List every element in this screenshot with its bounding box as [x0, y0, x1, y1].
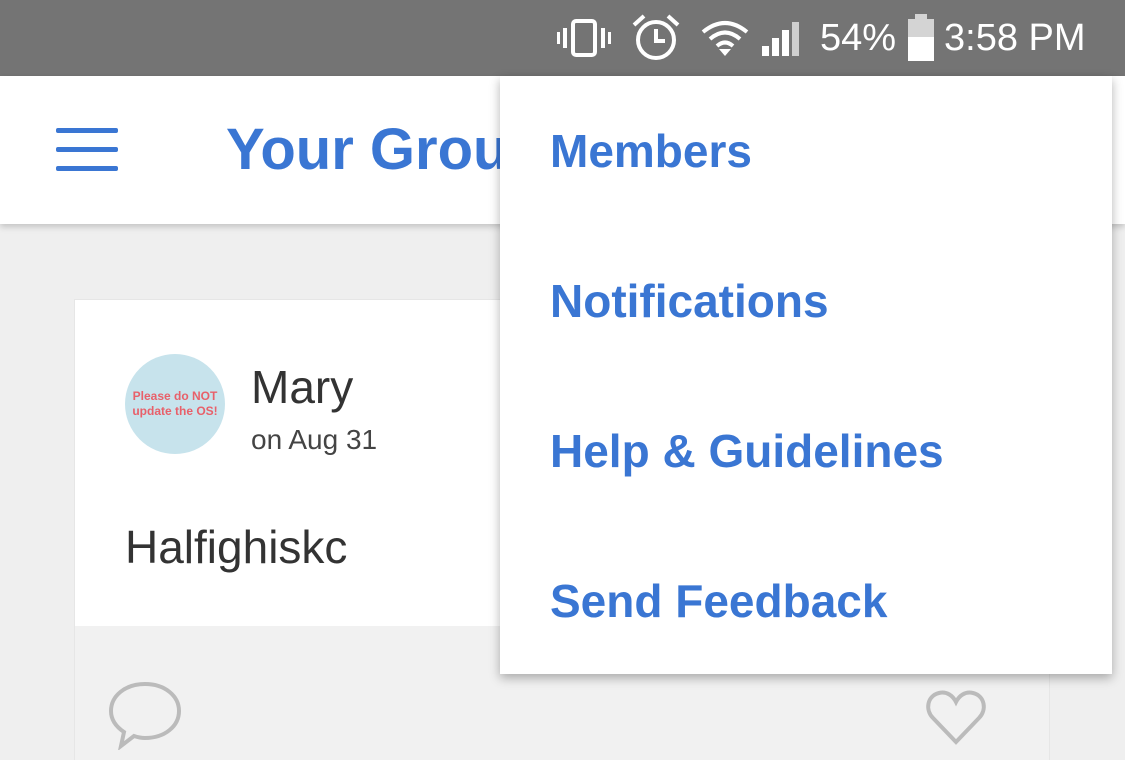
vibrate-icon	[556, 0, 612, 76]
hamburger-menu-button[interactable]	[56, 128, 118, 172]
signal-icon	[760, 0, 808, 76]
menu-item-notifications[interactable]: Notifications	[500, 226, 1112, 376]
avatar-text: Please do NOT update the OS!	[132, 389, 218, 418]
menu-icon	[56, 128, 118, 133]
menu-item-label: Help & Guidelines	[550, 425, 944, 477]
avatar[interactable]: Please do NOT update the OS!	[125, 354, 225, 454]
menu-item-label: Members	[550, 125, 752, 177]
battery-icon	[906, 0, 936, 76]
post-date: on Aug 31	[251, 424, 378, 455]
menu-item-members[interactable]: Members	[500, 76, 1112, 226]
overflow-menu: Members Notifications Help & Guidelines …	[500, 76, 1112, 674]
page-title: Your Grou	[226, 117, 509, 182]
heart-icon[interactable]	[925, 688, 987, 751]
clock: 3:58 PM	[944, 16, 1086, 59]
wifi-icon	[700, 0, 750, 76]
menu-item-send-feedback[interactable]: Send Feedback	[500, 526, 1112, 676]
menu-item-help-guidelines[interactable]: Help & Guidelines	[500, 376, 1112, 526]
status-bar: 54% 3:58 PM	[0, 0, 1125, 76]
alarm-icon	[630, 0, 682, 76]
post-author[interactable]: Mary	[251, 360, 353, 414]
battery-percent: 54%	[820, 16, 897, 59]
post-body: Halfighiskc	[125, 521, 348, 573]
comment-icon[interactable]	[107, 678, 183, 755]
menu-item-label: Send Feedback	[550, 575, 888, 627]
menu-item-label: Notifications	[550, 275, 829, 327]
